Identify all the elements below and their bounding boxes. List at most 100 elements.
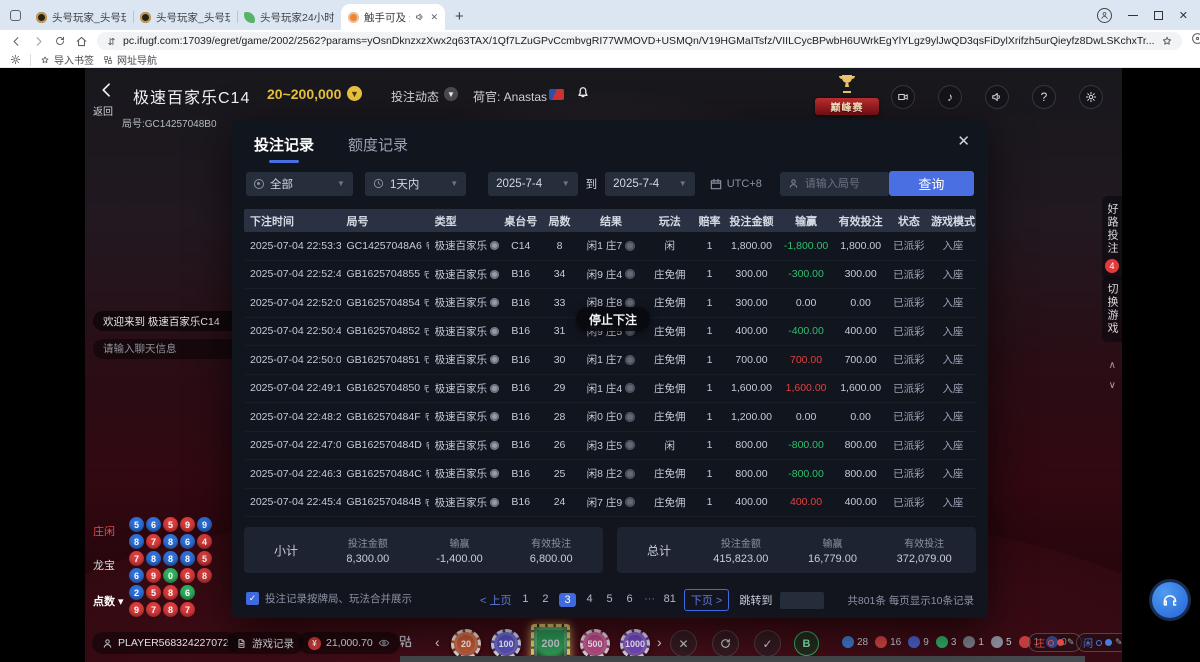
- site-info-icon[interactable]: [106, 36, 117, 47]
- forward-icon[interactable]: [32, 35, 45, 48]
- page-2[interactable]: 2: [539, 593, 551, 607]
- view-result-icon[interactable]: [625, 412, 635, 422]
- url-bar[interactable]: pc.ifugf.com:17039/egret/game/2002/2562?…: [97, 32, 1182, 50]
- bookmark-import[interactable]: 导入书签: [40, 52, 94, 67]
- green-action-button[interactable]: B: [794, 631, 819, 656]
- round-search-input[interactable]: [805, 178, 881, 190]
- minimize-button[interactable]: [1128, 15, 1138, 16]
- chevron-up-icon[interactable]: ∧: [1109, 360, 1116, 371]
- copy-icon[interactable]: [423, 355, 429, 364]
- copy-icon[interactable]: [423, 270, 429, 279]
- layout-swap-icon[interactable]: [398, 634, 413, 649]
- speaker-button[interactable]: [985, 85, 1009, 109]
- settings-gear-icon[interactable]: [10, 54, 21, 65]
- confirm-bet-button[interactable]: ✓: [754, 630, 781, 657]
- music-button[interactable]: ♪: [938, 85, 962, 109]
- copy-icon[interactable]: [423, 327, 429, 336]
- view-result-icon[interactable]: [625, 383, 635, 393]
- new-tab-button[interactable]: +: [455, 8, 464, 25]
- tab-quota-records[interactable]: 额度记录: [348, 134, 408, 163]
- view-result-icon[interactable]: [625, 469, 635, 479]
- chip-20[interactable]: 20: [451, 629, 481, 659]
- cell-play-value: 庄免佣: [654, 324, 686, 339]
- chip-500[interactable]: 500: [580, 629, 610, 659]
- page-81[interactable]: 81: [664, 593, 676, 607]
- tab-close-icon[interactable]: ✕: [430, 12, 438, 23]
- view-result-icon[interactable]: [625, 241, 635, 251]
- cell-result: 闲7 庄9: [577, 495, 644, 510]
- page-1[interactable]: 1: [519, 593, 531, 607]
- trend-chevron-icon[interactable]: ▼: [444, 87, 458, 101]
- browser-tab[interactable]: 触手可及 最✕: [341, 4, 445, 30]
- copy-icon[interactable]: [424, 498, 428, 507]
- copy-icon[interactable]: [423, 298, 429, 307]
- page-5[interactable]: 5: [604, 593, 616, 607]
- tab-search-icon[interactable]: [10, 10, 21, 21]
- prev-page-button[interactable]: < 上页: [480, 592, 511, 608]
- close-window-button[interactable]: ✕: [1179, 9, 1188, 22]
- view-result-icon[interactable]: [625, 355, 635, 365]
- gear-button[interactable]: [1079, 85, 1103, 109]
- extension-button[interactable]: 1: [1191, 32, 1200, 50]
- eye-icon[interactable]: [378, 637, 390, 649]
- copy-icon[interactable]: [425, 241, 429, 250]
- back-label[interactable]: 返回: [93, 103, 113, 118]
- page-4[interactable]: 4: [584, 593, 596, 607]
- next-page-button[interactable]: 下页 >: [684, 589, 729, 611]
- chips-scroll-left-icon[interactable]: ‹: [435, 634, 440, 650]
- profile-icon[interactable]: [1097, 8, 1112, 23]
- home-icon[interactable]: [75, 35, 88, 48]
- copy-icon[interactable]: [423, 384, 429, 393]
- browser-tab[interactable]: 头号玩家_头号玩家游: [29, 4, 133, 30]
- close-icon[interactable]: ✕: [957, 132, 970, 150]
- good-road-bet-tab[interactable]: 好路投注 4: [1102, 196, 1122, 280]
- banker-quick-bet-pill[interactable]: 庄✎: [1028, 633, 1082, 652]
- tab-bet-records[interactable]: 投注记录: [254, 134, 314, 163]
- chevron-down-icon[interactable]: ∨: [1109, 380, 1116, 391]
- bookmark-sitenav[interactable]: 网址导航: [103, 52, 157, 67]
- search-button[interactable]: 查询: [889, 171, 974, 196]
- bookmark-star-icon[interactable]: [1161, 35, 1173, 47]
- player-quick-bet-pill[interactable]: 闲✎: [1076, 633, 1122, 652]
- bet-trend-label[interactable]: 投注动态: [391, 88, 439, 105]
- copy-icon[interactable]: [425, 441, 429, 450]
- date-from-select[interactable]: 2025-7-4 ▼: [488, 172, 578, 196]
- view-result-icon[interactable]: [625, 440, 635, 450]
- back-icon[interactable]: [10, 35, 23, 48]
- chip-100[interactable]: 100: [491, 629, 521, 659]
- timezone-control[interactable]: UTC+8: [709, 177, 762, 191]
- cell-bet-value: 1,800.00: [731, 240, 772, 252]
- game-records-button[interactable]: 游戏记录: [226, 632, 304, 654]
- tab-audio-icon[interactable]: [415, 12, 425, 22]
- rebet-button[interactable]: [712, 630, 739, 657]
- reload-icon[interactable]: [54, 35, 66, 47]
- period-select[interactable]: 1天内 ▼: [365, 172, 466, 196]
- road-label-2[interactable]: 点数 ▾: [93, 593, 124, 609]
- game-bell-icon[interactable]: [575, 84, 591, 100]
- browser-tab[interactable]: 头号玩家_头号玩家游: [133, 4, 237, 30]
- customer-support-button[interactable]: [1152, 582, 1188, 618]
- copy-icon[interactable]: [424, 412, 429, 421]
- scrollbar-strip[interactable]: [400, 656, 1085, 662]
- cancel-bet-button[interactable]: ✕: [670, 630, 697, 657]
- video-button[interactable]: [891, 85, 915, 109]
- page-6[interactable]: 6: [624, 593, 636, 607]
- browser-tab[interactable]: 头号玩家24小时在线: [237, 4, 341, 30]
- jump-page-input[interactable]: [780, 592, 824, 609]
- date-to-select[interactable]: 2025-7-4 ▼: [605, 172, 695, 196]
- help-button[interactable]: ?: [1032, 85, 1056, 109]
- scope-select[interactable]: 全部 ▼: [246, 172, 353, 196]
- merge-checkbox-row[interactable]: ✓ 投注记录按牌局、玩法合并展示: [246, 591, 412, 606]
- view-result-icon[interactable]: [625, 497, 635, 507]
- switch-game-tab[interactable]: 切换游戏: [1102, 276, 1122, 342]
- chip-1000[interactable]: 1000: [620, 629, 650, 659]
- maximize-button[interactable]: [1154, 11, 1163, 20]
- back-arrow-icon[interactable]: [97, 80, 117, 100]
- checkbox-checked-icon[interactable]: ✓: [246, 592, 259, 605]
- chips-scroll-right-icon[interactable]: ›: [657, 634, 662, 650]
- view-result-icon[interactable]: [625, 269, 635, 279]
- round-search-box[interactable]: [780, 172, 889, 196]
- copy-icon[interactable]: [425, 469, 429, 478]
- page-3[interactable]: 3: [559, 593, 575, 607]
- limits-chevron-icon[interactable]: ▼: [347, 86, 362, 101]
